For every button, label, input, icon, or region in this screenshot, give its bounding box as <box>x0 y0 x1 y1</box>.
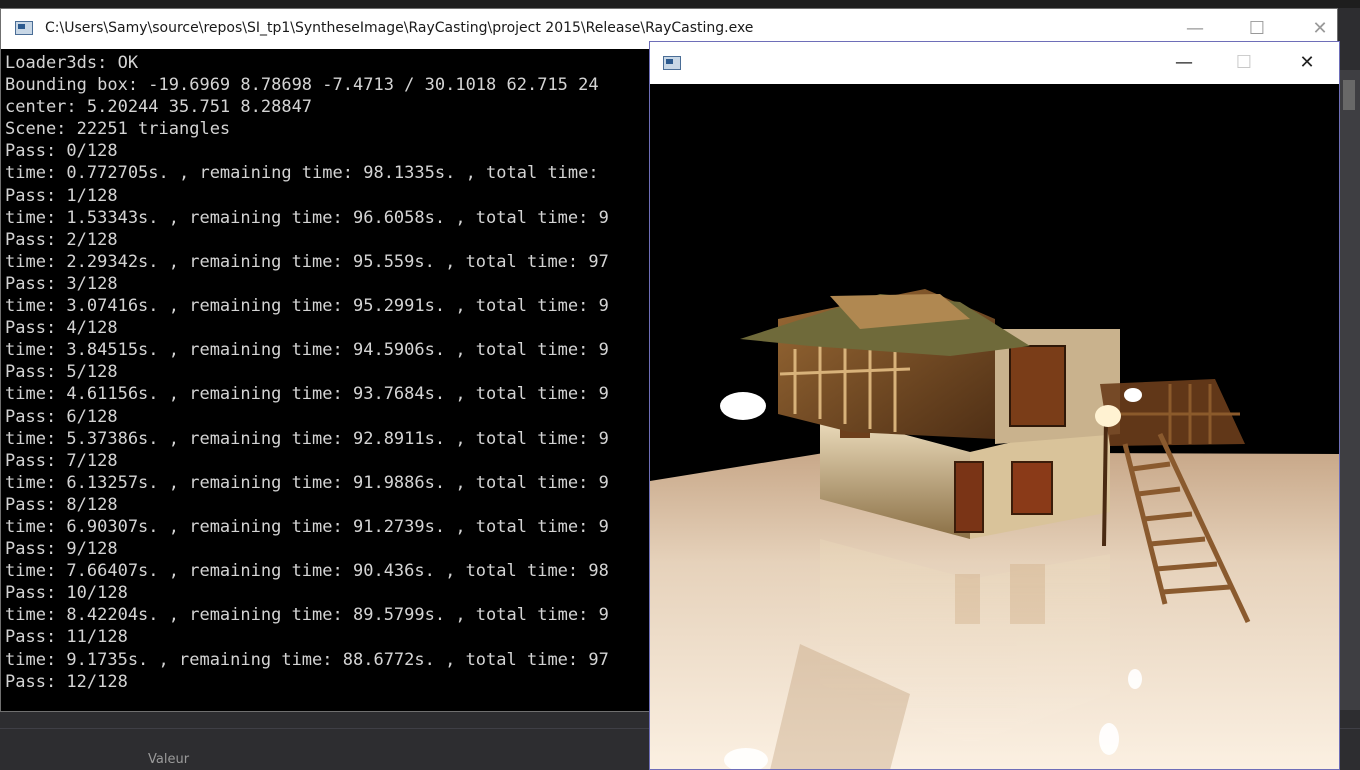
console-line: time: 7.66407s. , remaining time: 90.436… <box>5 561 609 582</box>
console-line: Pass: 0/128 <box>5 141 118 162</box>
ide-column-label: Valeur <box>148 752 190 767</box>
ide-scrollbar[interactable] <box>1340 70 1360 710</box>
render-maximize-button[interactable]: ☐ <box>1213 42 1275 84</box>
console-line: Loader3ds: OK <box>5 53 139 73</box>
ide-scrollbar-thumb[interactable] <box>1343 80 1355 110</box>
console-line: time: 5.37386s. , remaining time: 92.891… <box>5 428 609 449</box>
console-line: Scene: 22251 triangles <box>5 119 231 140</box>
console-line: Pass: 7/128 <box>5 450 118 471</box>
render-minimize-button[interactable]: — <box>1153 42 1215 84</box>
render-close-button[interactable]: ✕ <box>1276 42 1338 84</box>
console-line: Pass: 12/128 <box>5 671 128 692</box>
console-line: Pass: 10/128 <box>5 583 128 604</box>
render-titlebar[interactable]: — ☐ ✕ <box>650 42 1339 84</box>
console-line: Pass: 1/128 <box>5 185 118 206</box>
lamp-right <box>1095 405 1121 427</box>
console-line: Pass: 4/128 <box>5 318 118 339</box>
console-line: time: 0.772705s. , remaining time: 98.13… <box>5 163 599 184</box>
render-app-icon[interactable] <box>663 56 681 70</box>
console-line: Pass: 5/128 <box>5 362 118 383</box>
console-line: time: 9.1735s. , remaining time: 88.6772… <box>5 649 609 670</box>
console-line: time: 2.29342s. , remaining time: 95.559… <box>5 251 609 272</box>
floor-highlight <box>1099 723 1119 755</box>
console-line: time: 3.07416s. , remaining time: 95.299… <box>5 296 609 317</box>
lamp-top <box>1124 388 1142 402</box>
console-line: center: 5.20244 35.751 8.28847 <box>5 97 313 118</box>
console-line: Pass: 3/128 <box>5 273 118 294</box>
floor-highlight <box>1128 669 1142 689</box>
console-line: Pass: 9/128 <box>5 539 118 560</box>
console-output[interactable]: Loader3ds: OK Bounding box: -19.6969 8.78… <box>5 52 645 702</box>
console-line: Pass: 6/128 <box>5 406 118 427</box>
render-window: — ☐ ✕ <box>649 41 1340 770</box>
console-line: Pass: 11/128 <box>5 627 128 648</box>
lamp-left <box>720 392 766 420</box>
wall-door <box>954 461 984 533</box>
console-line: time: 3.84515s. , remaining time: 94.590… <box>5 340 609 361</box>
console-app-icon[interactable] <box>15 21 33 35</box>
console-line: time: 8.42204s. , remaining time: 89.579… <box>5 605 609 626</box>
console-window-title: C:\Users\Samy\source\repos\SI_tp1\Synthe… <box>45 20 754 36</box>
console-line: Pass: 8/128 <box>5 494 118 515</box>
console-line: time: 6.13257s. , remaining time: 91.988… <box>5 472 609 493</box>
console-line: time: 1.53343s. , remaining time: 96.605… <box>5 207 609 228</box>
render-viewport[interactable] <box>650 84 1339 770</box>
upper-window <box>1009 345 1066 427</box>
console-line: Bounding box: -19.6969 8.78698 -7.4713 /… <box>5 75 599 96</box>
wall-door <box>1011 461 1053 515</box>
console-line: time: 4.61156s. , remaining time: 93.768… <box>5 384 609 405</box>
console-line: time: 6.90307s. , remaining time: 91.273… <box>5 516 609 537</box>
console-line: Pass: 2/128 <box>5 229 118 250</box>
desktop-top-strip <box>0 0 1360 8</box>
lamp-post <box>1102 418 1108 547</box>
